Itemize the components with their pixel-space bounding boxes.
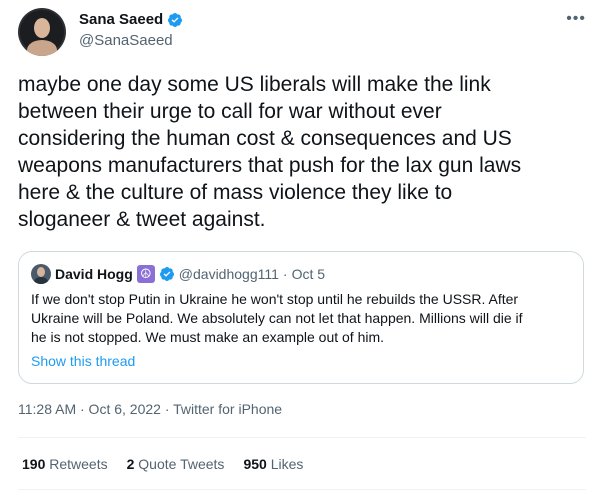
author-info: Sana Saeed @SanaSaeed: [79, 10, 183, 51]
quoted-tweet-header: David Hogg ☮ @davidhogg111 · Oct 5: [31, 264, 325, 284]
author-avatar[interactable]: [18, 8, 66, 56]
likes-stat[interactable]: 950 Likes: [243, 456, 303, 472]
quoted-separator: ·: [282, 266, 288, 282]
quote-tweets-label: Quote Tweets: [138, 456, 225, 472]
retweets-label: Retweets: [49, 456, 108, 472]
quoted-date: Oct 5: [291, 266, 326, 282]
quoted-author-handle: @davidhogg111: [178, 266, 279, 282]
more-icon[interactable]: •••: [566, 10, 586, 28]
divider: [18, 489, 586, 490]
peace-symbol-icon: ☮: [136, 265, 155, 283]
quote-tweets-count: 2: [126, 456, 135, 472]
verified-badge-icon: [159, 267, 174, 281]
show-thread-link[interactable]: Show this thread: [31, 353, 135, 369]
retweets-count: 190: [22, 456, 46, 472]
likes-count: 950: [243, 456, 267, 472]
tweet-header: Sana Saeed @SanaSaeed •••: [18, 8, 586, 58]
quote-tweets-stat[interactable]: 2 Quote Tweets: [127, 456, 225, 472]
engagement-stats: 190 Retweets 2 Quote Tweets 950 Likes: [22, 456, 303, 472]
quoted-author-name: David Hogg: [55, 266, 133, 282]
author-handle[interactable]: @SanaSaeed: [79, 31, 183, 51]
author-name[interactable]: Sana Saeed: [79, 10, 163, 30]
tweet-timestamp[interactable]: 11:28 AM · Oct 6, 2022 · Twitter for iPh…: [18, 401, 282, 417]
quoted-tweet[interactable]: David Hogg ☮ @davidhogg111 · Oct 5 If we…: [18, 251, 584, 384]
quoted-author-avatar: [31, 264, 51, 284]
verified-badge-icon: [168, 13, 183, 27]
tweet-text: maybe one day some US liberals will make…: [18, 73, 522, 231]
retweets-stat[interactable]: 190 Retweets: [22, 456, 108, 472]
quoted-tweet-text: If we don't stop Putin in Ukraine he won…: [31, 291, 523, 345]
divider: [18, 437, 586, 438]
likes-label: Likes: [270, 456, 304, 472]
